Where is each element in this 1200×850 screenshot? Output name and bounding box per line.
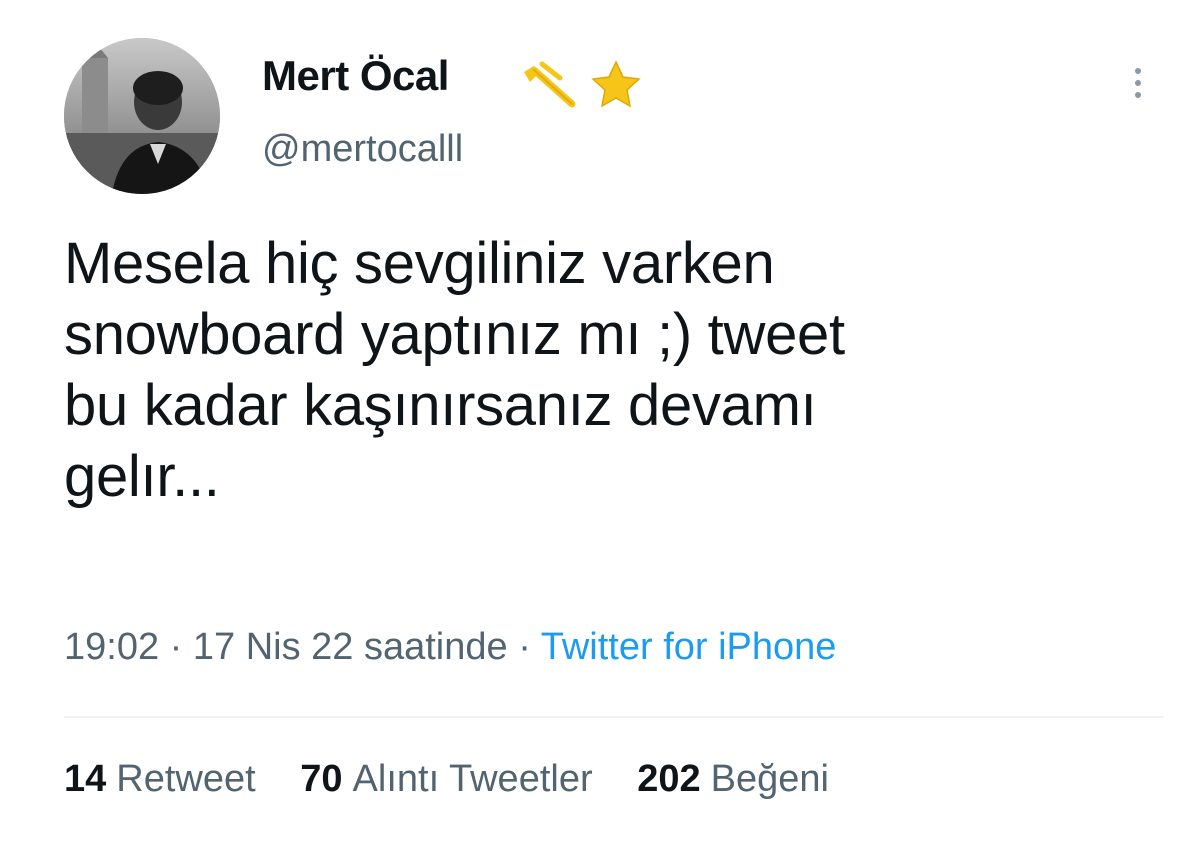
tweet-source-link[interactable]: Twitter for iPhone [541, 626, 837, 668]
meta-separator: · [169, 626, 183, 668]
tweet-metadata: 19:02 · 17 Nis 22 saatinde · Twitter for… [64, 626, 836, 669]
retweet-label: Retweet [116, 758, 256, 800]
like-label: Beğeni [710, 758, 829, 800]
like-count: 202 [637, 758, 701, 800]
likes-stat[interactable]: 202 Beğeni [637, 758, 829, 801]
meta-separator: · [518, 626, 531, 668]
name-emojis [524, 60, 641, 108]
more-options-icon [1135, 68, 1141, 74]
star-emoji [591, 60, 641, 108]
quote-count: 70 [300, 758, 343, 800]
author-display-name[interactable]: Mert Öcal [262, 52, 449, 100]
ski-pole-emoji [524, 61, 576, 108]
tweet-card: Mert Öcal @mertocalll Mesela hiç sevgili… [0, 0, 1200, 850]
avatar-photo [64, 38, 220, 194]
tweet-time[interactable]: 19:02 [64, 626, 159, 668]
quote-label: Alıntı Tweetler [352, 758, 593, 800]
more-options-button[interactable] [1122, 62, 1156, 102]
retweets-stat[interactable]: 14 Retweet [64, 758, 256, 801]
tweet-text: Mesela hiç sevgiliniz varken snowboard y… [64, 231, 845, 509]
author-handle[interactable]: @mertocalll [262, 128, 463, 171]
tweet-stats: 14 Retweet 70 Alıntı Tweetler 202 Beğeni [64, 758, 863, 801]
tweet-date[interactable]: 17 Nis 22 saatinde [193, 626, 508, 668]
avatar[interactable] [64, 38, 220, 194]
divider [64, 716, 1164, 718]
retweet-count: 14 [64, 758, 107, 800]
quotes-stat[interactable]: 70 Alıntı Tweetler [300, 758, 592, 801]
